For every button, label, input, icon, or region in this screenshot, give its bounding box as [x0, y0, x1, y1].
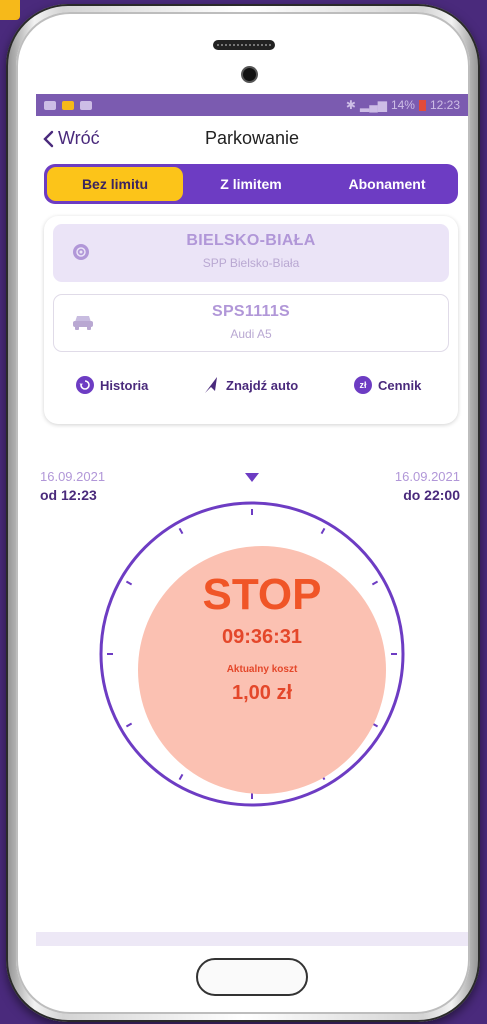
dial-tick: [178, 527, 184, 535]
stop-parking-button[interactable]: STOP 09:36:31 Aktualny koszt 1,00 zł: [138, 546, 386, 794]
phone-camera: [243, 68, 256, 81]
dial-tick: [125, 580, 133, 586]
dial-tick: [320, 527, 326, 535]
cost-value: 1,00 zł: [231, 682, 293, 704]
dial-tick: [125, 722, 133, 728]
navigation-bar: [36, 932, 468, 946]
home-button[interactable]: [196, 958, 308, 996]
dial-marker-icon: [245, 473, 259, 482]
stop-label: STOP: [202, 570, 322, 619]
elapsed-time: 09:36:31: [221, 626, 303, 648]
app-screen: ✱ ▂▄▆ 14% 12:23 Wróć Parkowanie Bez limi…: [36, 94, 468, 946]
timer-dial: [99, 473, 405, 807]
dial-tick: [178, 773, 184, 781]
cost-label: Aktualny koszt: [226, 664, 298, 675]
phone-speaker: [213, 40, 275, 50]
background-corner: [0, 0, 20, 20]
